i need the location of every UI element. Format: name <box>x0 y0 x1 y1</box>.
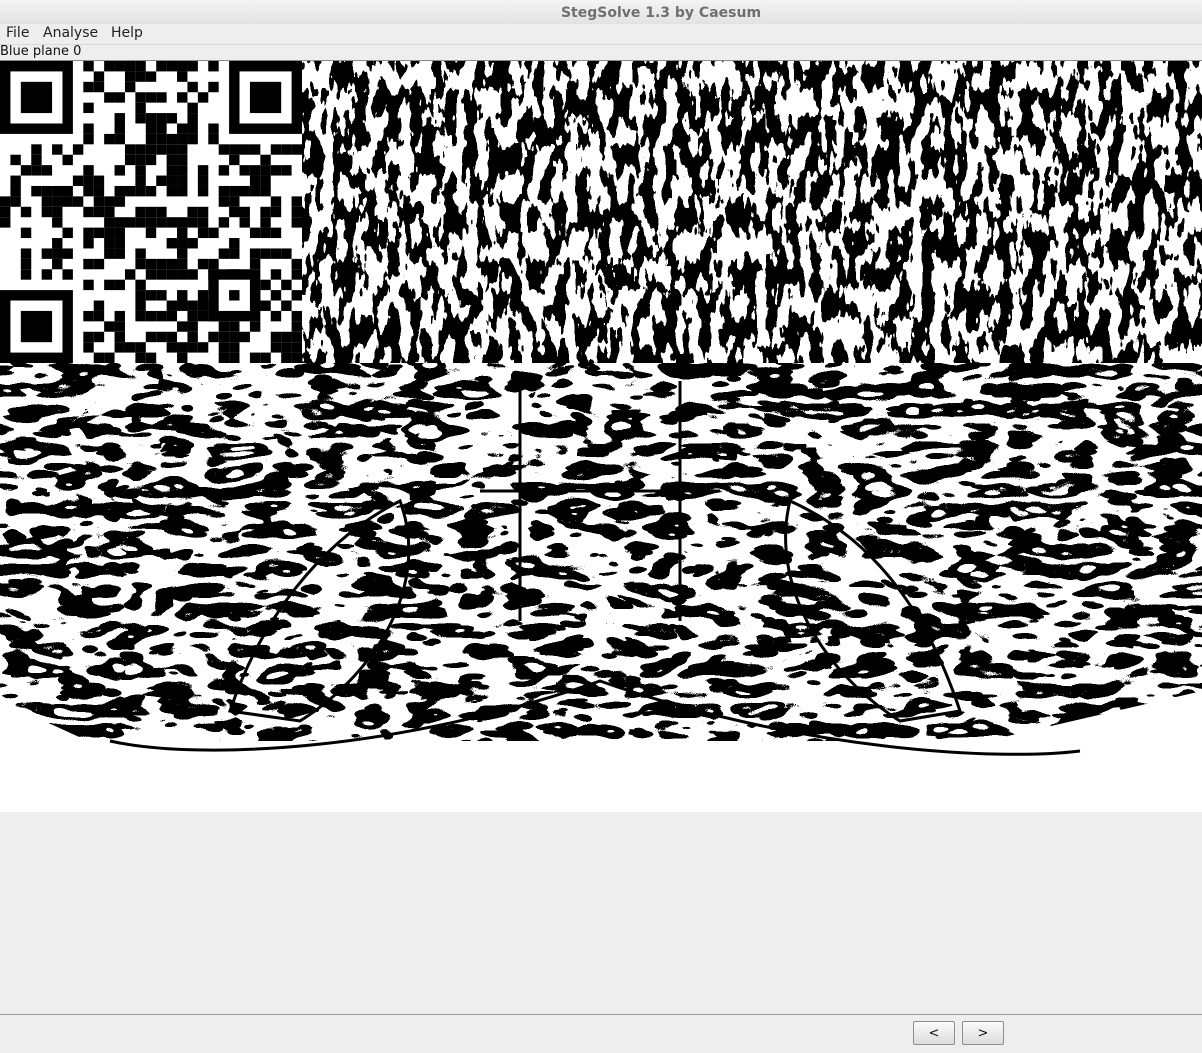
image-viewer <box>0 60 1202 814</box>
empty-panel <box>0 812 1202 1014</box>
menu-help[interactable]: Help <box>111 24 143 44</box>
menu-file[interactable]: File <box>6 24 29 44</box>
previous-plane-button[interactable]: < <box>913 1021 955 1045</box>
menu-bar: File Analyse Help <box>0 24 1202 45</box>
qr-code-icon <box>0 61 302 363</box>
button-bar <box>0 1014 1202 1053</box>
plane-label: Blue plane 0 <box>0 44 82 59</box>
menu-analyse[interactable]: Analyse <box>43 24 98 44</box>
window-title: StegSolve 1.3 by Caesum <box>560 5 762 21</box>
next-plane-button[interactable]: > <box>962 1021 1004 1045</box>
title-bar: StegSolve 1.3 by Caesum <box>0 0 1202 25</box>
